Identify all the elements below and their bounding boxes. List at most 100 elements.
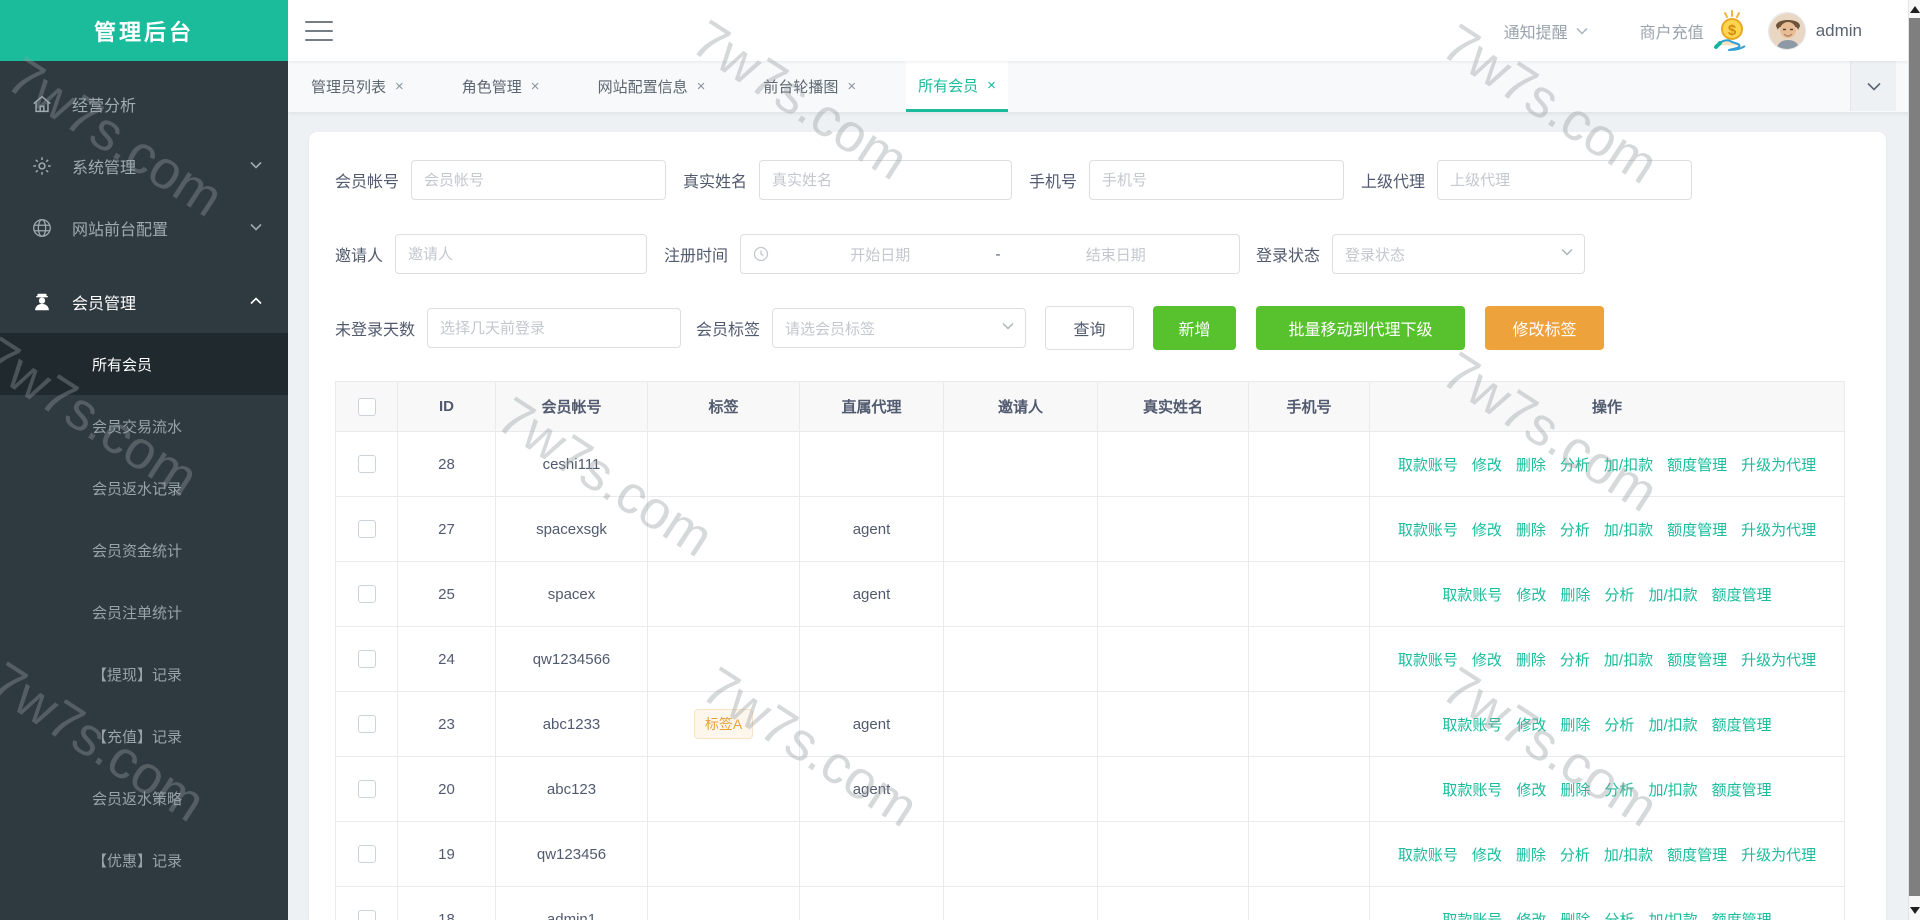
action-withdraw-account[interactable]: 取款账号 <box>1398 457 1458 474</box>
action-adjust-funds[interactable]: 加/扣款 <box>1648 782 1697 799</box>
action-edit[interactable]: 修改 <box>1516 587 1546 604</box>
action-quota[interactable]: 额度管理 <box>1667 457 1727 474</box>
menu-toggle-icon[interactable] <box>305 20 333 41</box>
action-analyze[interactable]: 分析 <box>1604 717 1634 734</box>
select-all-checkbox[interactable] <box>357 397 376 416</box>
action-adjust-funds[interactable]: 加/扣款 <box>1604 847 1653 864</box>
action-quota[interactable]: 额度管理 <box>1712 912 1772 920</box>
sidebar-item-rebate-policy[interactable]: 会员返水策略 <box>0 767 288 829</box>
action-analyze[interactable]: 分析 <box>1560 522 1590 539</box>
sidebar-item-member-management[interactable]: 会员管理 <box>0 271 288 333</box>
tab-site-config[interactable]: 网站配置信息 × <box>590 61 714 112</box>
row-checkbox[interactable] <box>357 520 376 539</box>
action-withdraw-account[interactable]: 取款账号 <box>1442 782 1502 799</box>
action-adjust-funds[interactable]: 加/扣款 <box>1604 652 1653 669</box>
account-input[interactable] <box>411 160 667 200</box>
sidebar-item-member-transactions[interactable]: 会员交易流水 <box>0 395 288 457</box>
sidebar-item-all-members[interactable]: 所有会员 <box>0 333 288 395</box>
sidebar-item-frontend-config[interactable]: 网站前台配置 <box>0 197 288 259</box>
action-edit[interactable]: 修改 <box>1472 652 1502 669</box>
action-edit[interactable]: 修改 <box>1516 782 1546 799</box>
action-delete[interactable]: 删除 <box>1560 587 1590 604</box>
vertical-scrollbar[interactable] <box>1908 0 1920 920</box>
action-upgrade-agent[interactable]: 升级为代理 <box>1741 847 1816 864</box>
no-login-days-input[interactable] <box>427 308 682 348</box>
tab-all-members[interactable]: 所有会员 × <box>906 61 1008 112</box>
close-icon[interactable]: × <box>697 78 706 95</box>
row-checkbox[interactable] <box>357 455 376 474</box>
action-upgrade-agent[interactable]: 升级为代理 <box>1741 457 1816 474</box>
sidebar-item-withdraw-records[interactable]: 【提现】记录 <box>0 643 288 705</box>
action-analyze[interactable]: 分析 <box>1604 912 1634 920</box>
action-withdraw-account[interactable]: 取款账号 <box>1442 912 1502 920</box>
close-icon[interactable]: × <box>531 78 540 95</box>
action-quota[interactable]: 额度管理 <box>1667 847 1727 864</box>
action-analyze[interactable]: 分析 <box>1604 587 1634 604</box>
action-analyze[interactable]: 分析 <box>1604 782 1634 799</box>
scrollbar-thumb[interactable] <box>1909 18 1920 896</box>
action-delete[interactable]: 删除 <box>1516 457 1546 474</box>
inviter-input[interactable] <box>395 234 648 274</box>
scroll-up-arrow-icon[interactable] <box>1910 6 1920 13</box>
close-icon[interactable]: × <box>847 78 856 95</box>
action-quota[interactable]: 额度管理 <box>1712 717 1772 734</box>
action-quota[interactable]: 额度管理 <box>1712 782 1772 799</box>
tab-admin-list[interactable]: 管理员列表 × <box>303 61 412 112</box>
batch-move-button[interactable]: 批量移动到代理下级 <box>1256 306 1466 350</box>
action-delete[interactable]: 删除 <box>1560 782 1590 799</box>
action-withdraw-account[interactable]: 取款账号 <box>1442 587 1502 604</box>
sidebar-item-promo-records[interactable]: 【优惠】记录 <box>0 829 288 891</box>
realname-input[interactable] <box>759 160 1013 200</box>
register-time-range-input[interactable]: 开始日期 - 结束日期 <box>740 234 1241 274</box>
action-delete[interactable]: 删除 <box>1516 652 1546 669</box>
close-icon[interactable]: × <box>395 78 404 95</box>
sidebar-item-business-analysis[interactable]: 经营分析 <box>0 73 288 135</box>
action-delete[interactable]: 删除 <box>1560 912 1590 920</box>
action-upgrade-agent[interactable]: 升级为代理 <box>1741 522 1816 539</box>
action-adjust-funds[interactable]: 加/扣款 <box>1648 587 1697 604</box>
row-checkbox[interactable] <box>357 650 376 669</box>
row-checkbox[interactable] <box>357 910 376 920</box>
action-withdraw-account[interactable]: 取款账号 <box>1398 847 1458 864</box>
sidebar-item-member-funds-stats[interactable]: 会员资金统计 <box>0 519 288 581</box>
action-adjust-funds[interactable]: 加/扣款 <box>1604 457 1653 474</box>
search-button[interactable]: 查询 <box>1045 306 1135 350</box>
action-adjust-funds[interactable]: 加/扣款 <box>1648 717 1697 734</box>
action-quota[interactable]: 额度管理 <box>1667 652 1727 669</box>
scroll-down-arrow-icon[interactable] <box>1910 907 1920 914</box>
tab-list-dropdown[interactable] <box>1850 61 1896 111</box>
phone-input[interactable] <box>1089 160 1345 200</box>
sidebar-item-member-bet-stats[interactable]: 会员注单统计 <box>0 581 288 643</box>
tab-role-management[interactable]: 角色管理 × <box>454 61 548 112</box>
action-analyze[interactable]: 分析 <box>1560 652 1590 669</box>
merchant-recharge-button[interactable]: 商户充值 $ <box>1640 9 1752 53</box>
row-checkbox[interactable] <box>357 780 376 799</box>
action-edit[interactable]: 修改 <box>1472 847 1502 864</box>
row-checkbox[interactable] <box>357 845 376 864</box>
row-checkbox[interactable] <box>357 585 376 604</box>
member-tag-select[interactable]: 请选会员标签 <box>772 308 1027 348</box>
sidebar-item-member-rebate-records[interactable]: 会员返水记录 <box>0 457 288 519</box>
action-upgrade-agent[interactable]: 升级为代理 <box>1741 652 1816 669</box>
avatar[interactable] <box>1767 11 1806 50</box>
row-checkbox[interactable] <box>357 715 376 734</box>
action-withdraw-account[interactable]: 取款账号 <box>1398 522 1458 539</box>
action-withdraw-account[interactable]: 取款账号 <box>1442 717 1502 734</box>
sidebar-item-system-management[interactable]: 系统管理 <box>0 135 288 197</box>
add-button[interactable]: 新增 <box>1153 306 1237 350</box>
parent-agent-input[interactable] <box>1437 160 1693 200</box>
username-label[interactable]: admin <box>1816 21 1862 41</box>
action-adjust-funds[interactable]: 加/扣款 <box>1604 522 1653 539</box>
action-edit[interactable]: 修改 <box>1472 522 1502 539</box>
action-adjust-funds[interactable]: 加/扣款 <box>1648 912 1697 920</box>
action-analyze[interactable]: 分析 <box>1560 847 1590 864</box>
sidebar-item-recharge-records[interactable]: 【充值】记录 <box>0 705 288 767</box>
action-quota[interactable]: 额度管理 <box>1667 522 1727 539</box>
action-delete[interactable]: 删除 <box>1560 717 1590 734</box>
action-edit[interactable]: 修改 <box>1472 457 1502 474</box>
edit-tag-button[interactable]: 修改标签 <box>1485 306 1605 350</box>
action-delete[interactable]: 删除 <box>1516 847 1546 864</box>
action-quota[interactable]: 额度管理 <box>1712 587 1772 604</box>
action-analyze[interactable]: 分析 <box>1560 457 1590 474</box>
action-delete[interactable]: 删除 <box>1516 522 1546 539</box>
